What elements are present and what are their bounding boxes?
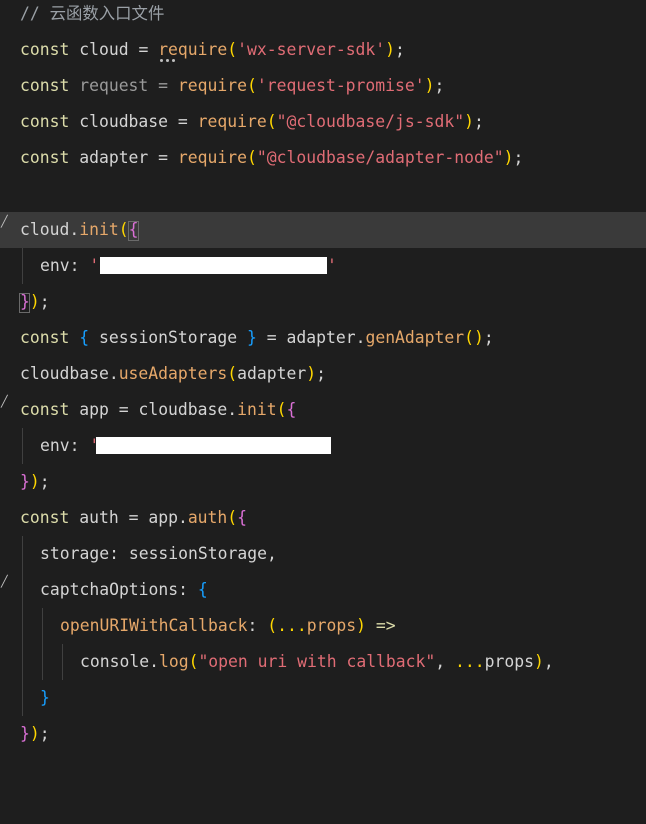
code-line: captchaOptions: {: [0, 572, 646, 608]
code-line: const app = cloudbase.init({: [0, 392, 646, 428]
keyword: const: [20, 40, 70, 59]
semicolon: ;: [473, 112, 484, 131]
code-content: openURIWithCallback: (...props) =>: [60, 616, 396, 635]
comment-text: // 云函数入口文件: [20, 4, 165, 23]
keyword: const: [20, 76, 70, 95]
identifier: request: [79, 76, 149, 95]
identifier: adapter: [79, 148, 149, 167]
function-name: require: [197, 112, 267, 131]
operator: =: [158, 76, 169, 95]
function-name: require: [158, 40, 228, 59]
code-content: const request = require('request-promise…: [20, 76, 445, 95]
code-line: const request = require('request-promise…: [0, 68, 646, 104]
semicolon: ;: [434, 76, 445, 95]
code-content: const auth = app.auth({: [20, 508, 248, 527]
code-line: console.log("open uri with callback", ..…: [0, 644, 646, 680]
code-line: }: [0, 680, 646, 716]
code-content: });: [20, 724, 50, 743]
bracket-match-box: [128, 221, 139, 241]
code-line: cloudbase.useAdapters(adapter);: [0, 356, 646, 392]
code-content: const cloud = require('wx-server-sdk');: [20, 40, 405, 59]
indent-guide: [62, 644, 63, 680]
function-name: require: [177, 76, 247, 95]
property-key: env:: [40, 256, 80, 275]
code-line: });: [0, 464, 646, 500]
code-content: }: [40, 688, 50, 707]
code-line: const cloudbase = require("@cloudbase/js…: [0, 104, 646, 140]
operator: =: [177, 112, 188, 131]
redaction-box: [96, 437, 331, 454]
code-content: cloud.init({: [20, 220, 139, 239]
code-line: storage: sessionStorage,: [0, 536, 646, 572]
keyword: const: [20, 112, 70, 131]
semicolon: ;: [395, 40, 405, 59]
code-line: const { sessionStorage } = adapter.genAd…: [0, 320, 646, 356]
code-line: const adapter = require("@cloudbase/adap…: [0, 140, 646, 176]
more-actions-icon[interactable]: [158, 59, 178, 63]
string-literal: "@cloudbase/adapter-node": [256, 148, 504, 167]
indent-guide: [22, 248, 23, 284]
code-line: });: [0, 284, 646, 320]
operator: =: [158, 148, 169, 167]
code-line: const auth = app.auth({: [0, 500, 646, 536]
code-content: const cloudbase = require("@cloudbase/js…: [20, 112, 484, 131]
fold-arrow-icon[interactable]: ╱: [1, 216, 9, 227]
indent-guide: [22, 428, 23, 464]
function-name: require: [177, 148, 247, 167]
string-end: ': [327, 256, 337, 275]
code-line-active: cloud.init({: [0, 212, 646, 248]
code-content: const { sessionStorage } = adapter.genAd…: [20, 328, 494, 347]
fold-arrow-icon[interactable]: ╱: [1, 576, 9, 587]
code-editor[interactable]: // 云函数入口文件 const cloud = require('wx-ser…: [0, 0, 646, 783]
identifier: cloud: [20, 220, 70, 239]
bracket-match-box: [19, 293, 30, 313]
code-content: const app = cloudbase.init({: [20, 400, 297, 419]
indent-guide: [42, 608, 43, 680]
code-line: });: [0, 716, 646, 752]
indent-guide: [22, 536, 23, 716]
string-literal: 'wx-server-sdk': [237, 40, 386, 59]
code-content: captchaOptions: {: [40, 580, 208, 599]
fold-arrow-icon[interactable]: ╱: [1, 396, 9, 407]
code-content: });: [20, 472, 50, 491]
identifier: cloudbase: [79, 112, 169, 131]
string-literal: 'request-promise': [256, 76, 425, 95]
code-line: // 云函数入口文件: [0, 0, 646, 32]
redaction-box: [100, 257, 327, 274]
code-content: env: ': [40, 256, 100, 275]
code-content: env: ': [40, 436, 100, 455]
keyword: const: [20, 148, 70, 167]
code-content: const adapter = require("@cloudbase/adap…: [20, 148, 524, 167]
code-line: openURIWithCallback: (...props) =>: [0, 608, 646, 644]
code-content: console.log("open uri with callback", ..…: [80, 652, 554, 671]
string-literal: "@cloudbase/js-sdk": [276, 112, 465, 131]
identifier: cloud: [79, 40, 129, 59]
code-line: const cloud = require('wx-server-sdk');: [0, 32, 646, 68]
code-content: storage: sessionStorage,: [40, 544, 277, 563]
code-content: cloudbase.useAdapters(adapter);: [20, 364, 326, 383]
function-name: init: [79, 220, 119, 239]
operator: =: [138, 40, 149, 59]
semicolon: ;: [513, 148, 524, 167]
